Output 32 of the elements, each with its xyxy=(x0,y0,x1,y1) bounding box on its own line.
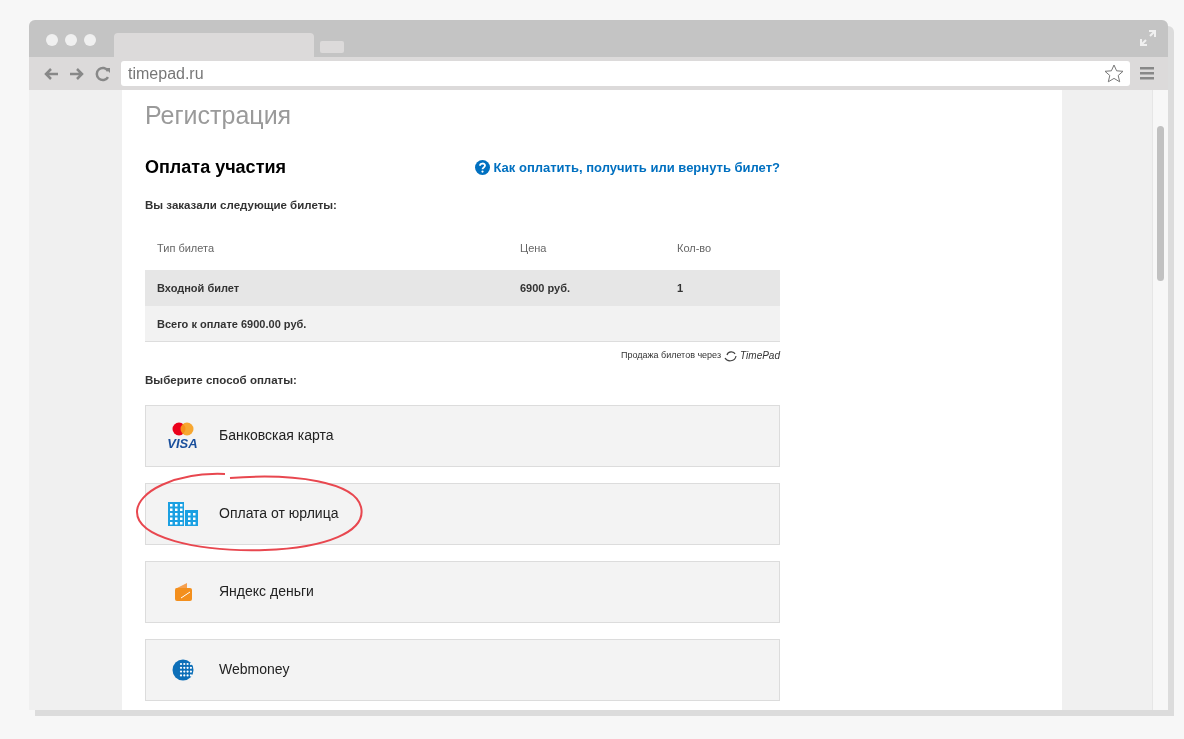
globe-icon xyxy=(171,658,194,681)
address-bar[interactable]: timepad.ru xyxy=(121,61,1130,86)
table-cell-text: 6900 руб. xyxy=(520,281,572,296)
total-text: Всего к оплате 6900.00 руб. xyxy=(156,316,307,332)
swirl-icon xyxy=(724,349,738,362)
payment-method-button[interactable]: VISA Банковская карта xyxy=(145,404,780,467)
reload-icon[interactable] xyxy=(95,65,111,82)
expand-icon[interactable] xyxy=(1140,30,1156,46)
forward-arrow-icon[interactable] xyxy=(69,66,85,81)
page-title: Регистрация xyxy=(145,100,293,130)
powered-by-text: Продажа билетов через xyxy=(620,349,722,362)
section-title: Оплата участия xyxy=(145,156,286,179)
order-caption: Вы заказали следующие билеты: xyxy=(145,198,338,213)
help-link[interactable]: Как оплатить, получить или вернуть билет? xyxy=(474,157,780,178)
back-arrow-icon[interactable] xyxy=(43,66,59,81)
timepad-logo: TimePad xyxy=(740,349,780,364)
column-header: Тип билета xyxy=(156,241,216,256)
star-icon[interactable] xyxy=(1104,64,1124,83)
new-tab-button[interactable] xyxy=(320,41,344,53)
methods-caption: Выберите способ оплаты: xyxy=(145,373,298,389)
menu-icon[interactable] xyxy=(1140,67,1154,80)
payment-method-button[interactable]: Яндекс деньги xyxy=(145,560,780,623)
column-header: Кол-во xyxy=(677,241,712,256)
buildings-icon xyxy=(167,501,198,526)
scroll-thumb[interactable] xyxy=(1157,126,1164,281)
payment-method-button[interactable]: Оплата от юрлица xyxy=(145,482,780,545)
help-icon xyxy=(474,160,490,175)
table-cell-text: 1 xyxy=(677,281,684,296)
column-header: Цена xyxy=(520,241,548,256)
table-cell-text: Входной билет xyxy=(156,281,241,296)
payment-method-button[interactable]: Webmoney xyxy=(145,638,780,701)
wallet-icon xyxy=(172,581,193,602)
